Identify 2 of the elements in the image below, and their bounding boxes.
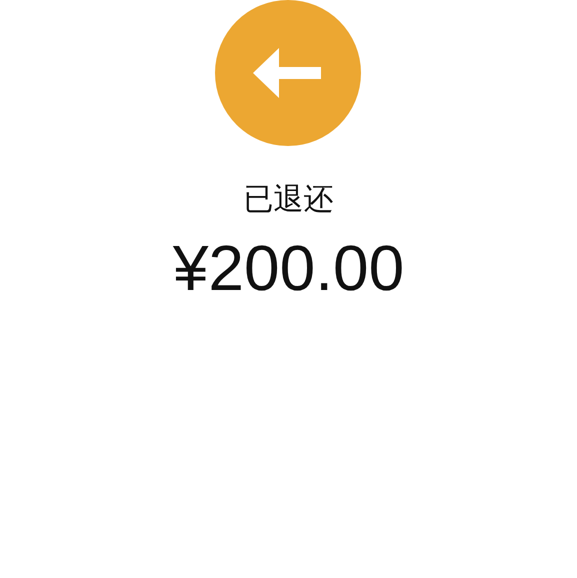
status-label: 已退还	[244, 181, 334, 219]
refund-amount: ¥200.00	[172, 231, 404, 306]
